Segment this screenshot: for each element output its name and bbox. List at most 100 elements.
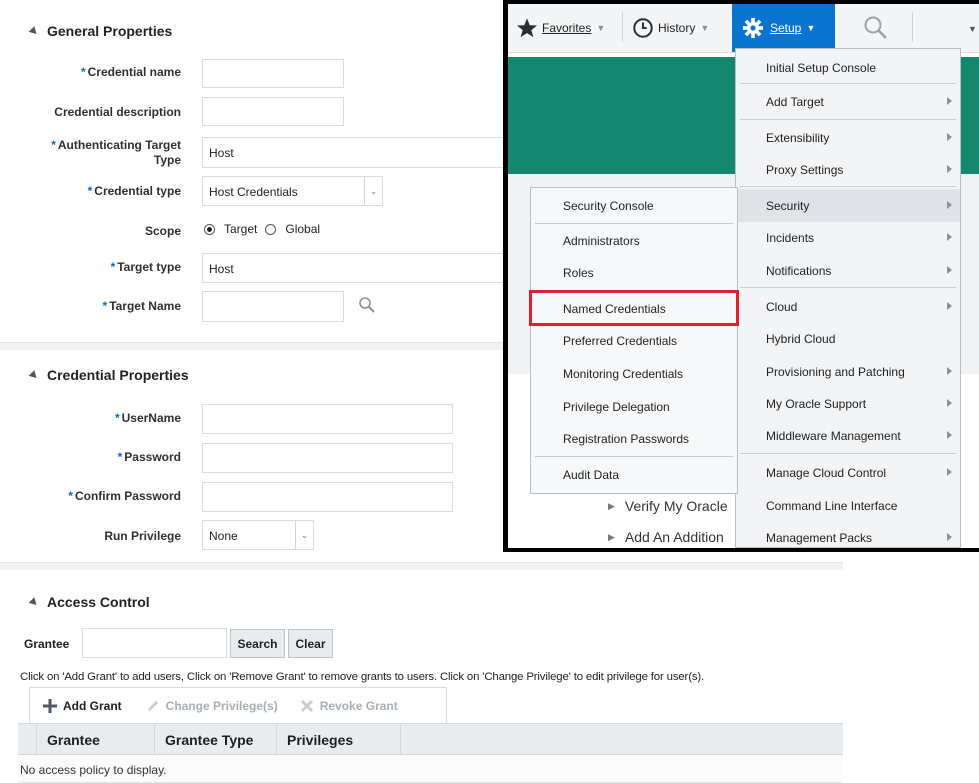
header-spacer (18, 724, 37, 754)
grantee-search-input[interactable] (82, 628, 227, 658)
add-grant-button[interactable]: Add Grant (43, 698, 122, 713)
credential-type-select[interactable]: Host Credentials ⌄ (202, 176, 383, 206)
column-divider (154, 724, 155, 754)
menu-item-add-target[interactable]: Add Target (736, 85, 960, 118)
setup-menu-button[interactable]: Setup ▼ (732, 4, 835, 52)
username-input[interactable] (202, 404, 453, 434)
collapse-triangle-icon[interactable] (28, 369, 40, 381)
password-input[interactable] (202, 443, 453, 473)
menu-divider (740, 186, 956, 187)
x-icon (300, 699, 313, 712)
target-type-field[interactable]: Host (202, 253, 503, 283)
menu-item-management-packs[interactable]: Management Packs (736, 521, 960, 548)
grants-table-header: Grantee Grantee Type Privileges (18, 723, 843, 755)
access-control-header[interactable]: Access Control (28, 594, 150, 610)
chevron-right-icon (947, 165, 952, 173)
menu-item-command-line-interface[interactable]: Command Line Interface (736, 489, 960, 522)
general-properties-header[interactable]: General Properties (28, 23, 173, 39)
run-privilege-value: None (209, 529, 238, 543)
submenu-item-monitoring-credentials[interactable]: Monitoring Credentials (531, 358, 737, 390)
collapse-triangle-icon[interactable] (28, 596, 40, 608)
access-control-title: Access Control (47, 594, 150, 610)
revoke-grant-button[interactable]: Revoke Grant (300, 699, 398, 713)
credential-description-input[interactable] (202, 97, 344, 126)
submenu-item-registration-passwords[interactable]: Registration Passwords (531, 423, 737, 455)
chevron-down-icon[interactable]: ⌄ (295, 521, 313, 549)
global-search-button[interactable] (863, 4, 889, 52)
security-submenu: Security Console Administrators Roles Na… (530, 187, 738, 494)
menu-item-security[interactable]: Security (736, 189, 960, 222)
column-header-grantee[interactable]: Grantee (47, 732, 100, 748)
general-properties-title: General Properties (47, 23, 173, 39)
submenu-item-privilege-delegation[interactable]: Privilege Delegation (531, 391, 737, 423)
grants-toolbar: Add Grant Change Privilege(s) Revoke Gra… (29, 687, 447, 723)
menu-item-extensibility[interactable]: Extensibility (736, 121, 960, 154)
clear-button[interactable]: Clear (288, 629, 333, 658)
menu-item-my-oracle-support[interactable]: My Oracle Support (736, 387, 960, 420)
menu-item-middleware-management[interactable]: Middleware Management (736, 419, 960, 452)
menu-item-cloud[interactable]: Cloud (736, 290, 960, 323)
column-header-grantee-type[interactable]: Grantee Type (165, 732, 253, 748)
empty-table-message: No access policy to display. (20, 763, 167, 777)
chevron-right-icon (947, 97, 952, 105)
chevron-right-icon (947, 431, 952, 439)
menu-item-proxy-settings[interactable]: Proxy Settings (736, 153, 960, 186)
menu-divider (740, 119, 956, 120)
chevron-down-icon[interactable]: ⌄ (364, 177, 382, 205)
credential-description-label: Credential description (54, 105, 181, 119)
submenu-item-preferred-credentials[interactable]: Preferred Credentials (531, 325, 737, 357)
submenu-item-security-console[interactable]: Security Console (531, 190, 737, 222)
chevron-down-icon: ▼ (700, 23, 710, 33)
triangle-right-icon: ▶ (608, 500, 615, 511)
chevron-right-icon (947, 468, 952, 476)
run-privilege-label: Run Privilege (104, 529, 181, 543)
scope-label: Scope (144, 224, 181, 238)
menu-item-notifications[interactable]: Notifications (736, 254, 960, 287)
background-link-label: Add An Addition (624, 529, 724, 545)
column-divider (400, 724, 401, 754)
target-name-label: * Target Name (102, 299, 181, 313)
submenu-item-audit-data[interactable]: Audit Data (531, 459, 737, 491)
submenu-item-roles[interactable]: Roles (531, 257, 737, 289)
menu-divider (740, 453, 956, 454)
favorites-label: Favorites (542, 21, 592, 35)
background-link-verify[interactable]: ▶ Verify My Oracle (608, 498, 728, 514)
menu-screenshot-frame: ▶ Verify My Oracle ▶ Add An Addition Favor… (503, 0, 979, 552)
credential-type-label: * Credential type (87, 184, 181, 198)
confirm-password-label: * Confirm Password (68, 489, 181, 503)
setup-label: Setup (770, 21, 802, 35)
search-button[interactable]: Search (230, 629, 285, 658)
auth-target-type-field[interactable]: Host (202, 137, 503, 168)
menu-divider (740, 83, 956, 84)
search-icon[interactable] (358, 296, 376, 314)
scope-global-radio[interactable] (265, 223, 277, 235)
menu-divider (535, 456, 733, 457)
menu-item-provisioning-and-patching[interactable]: Provisioning and Patching (736, 355, 960, 388)
chevron-down-icon[interactable]: ▼ (968, 24, 977, 34)
menu-item-incidents[interactable]: Incidents (736, 221, 960, 254)
favorites-menu[interactable]: Favorites ▼ (516, 4, 605, 52)
change-privilege-button[interactable]: Change Privilege(s) (146, 699, 278, 713)
credential-name-input[interactable] (202, 59, 344, 88)
scope-target-radio[interactable] (204, 223, 215, 235)
confirm-password-input[interactable] (202, 482, 453, 512)
background-link-add[interactable]: ▶ Add An Addition (608, 529, 724, 545)
auth-target-type-value: Host (209, 146, 234, 160)
menu-item-manage-cloud-control[interactable]: Manage Cloud Control (736, 456, 960, 489)
history-menu[interactable]: History ▼ (632, 4, 709, 52)
menu-screenshot-content: ▶ Verify My Oracle ▶ Add An Addition Favor… (508, 4, 979, 548)
credential-properties-title: Credential Properties (47, 367, 189, 383)
add-grant-label: Add Grant (63, 698, 122, 713)
target-name-input[interactable] (202, 291, 344, 322)
column-header-privileges[interactable]: Privileges (287, 732, 353, 748)
chevron-right-icon (947, 266, 952, 274)
credential-properties-header[interactable]: Credential Properties (28, 367, 189, 383)
run-privilege-select[interactable]: None ⌄ (202, 520, 314, 550)
target-type-label: * Target type (110, 260, 181, 274)
setup-dropdown-menu: Initial Setup Console Add Target Extensi… (735, 48, 961, 548)
scope-global-label: Global (285, 222, 321, 236)
collapse-triangle-icon[interactable] (28, 25, 40, 37)
submenu-item-administrators[interactable]: Administrators (531, 225, 737, 257)
menu-item-hybrid-cloud[interactable]: Hybrid Cloud (736, 322, 960, 355)
menu-item-initial-setup-console[interactable]: Initial Setup Console (736, 51, 960, 84)
